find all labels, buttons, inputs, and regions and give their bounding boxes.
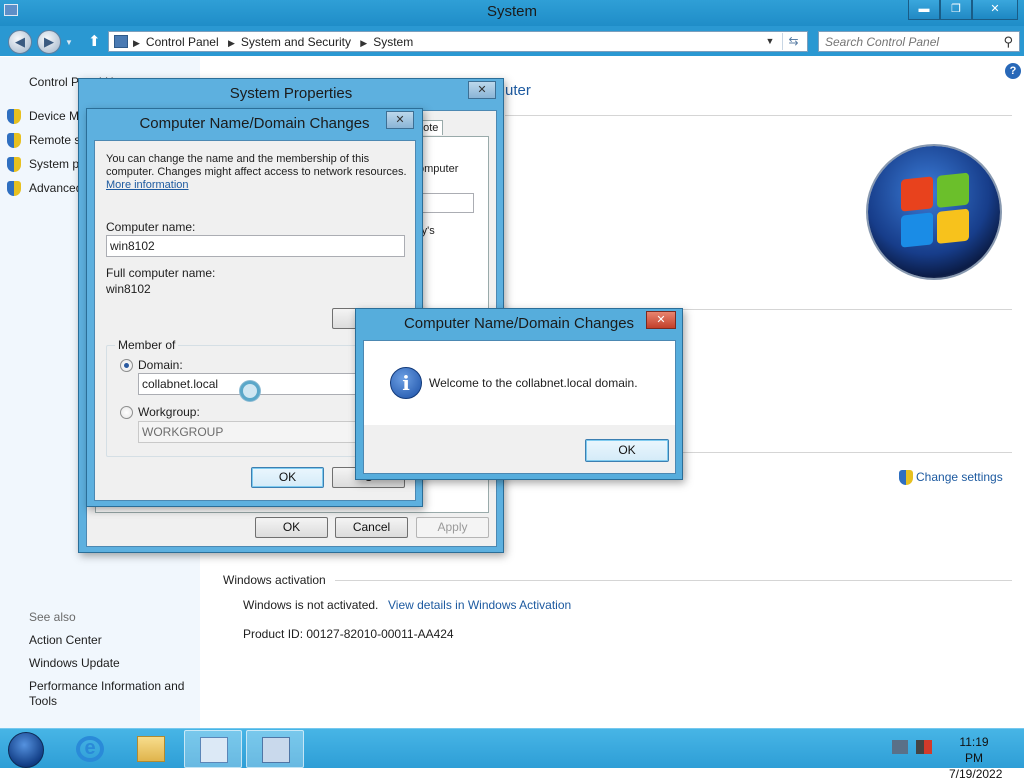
- description-fragment: omputer: [418, 163, 459, 175]
- description-input[interactable]: [414, 193, 474, 213]
- control-panel-icon[interactable]: [184, 730, 242, 768]
- search-box: ⚲: [818, 31, 1020, 52]
- clock-date: 7/19/2022: [949, 767, 1003, 781]
- see-also-heading: See also: [29, 610, 76, 624]
- taskbar: e: [0, 728, 1024, 768]
- refresh-icon[interactable]: ⇆: [782, 33, 804, 50]
- shield-icon: [7, 109, 21, 125]
- up-arrow-icon[interactable]: ⬆: [88, 32, 101, 50]
- address-dropdown-icon[interactable]: ▼: [762, 33, 778, 50]
- domain-radio[interactable]: [120, 359, 133, 372]
- info-icon: i: [390, 367, 422, 399]
- breadcrumb-system-and-security[interactable]: System and Security: [241, 35, 351, 49]
- ok-button[interactable]: OK: [585, 439, 669, 462]
- product-id: Product ID: 00127-82010-00011-AA424: [243, 627, 454, 641]
- start-button[interactable]: [8, 732, 44, 768]
- divider: [505, 115, 1012, 116]
- divider: [683, 452, 1012, 453]
- file-explorer-icon[interactable]: [122, 730, 180, 768]
- more-information-link[interactable]: More information: [106, 179, 189, 191]
- member-of-label: Member of: [115, 338, 179, 352]
- description-text: computer. Changes might affect access to…: [106, 166, 407, 178]
- computer-name-label: Computer name:: [106, 220, 196, 234]
- control-panel-icon: [114, 35, 128, 48]
- breadcrumb-separator-icon[interactable]: ▶: [133, 38, 140, 48]
- breadcrumb: ▶ Control Panel ▶ System and Security ▶ Sys…: [133, 35, 419, 49]
- divider: [335, 580, 1012, 581]
- full-computer-name-label: Full computer name:: [106, 266, 216, 280]
- apply-button[interactable]: Apply: [416, 517, 489, 538]
- shield-icon: [7, 157, 21, 173]
- windows-flag-icon: [901, 172, 971, 249]
- close-button[interactable]: ✕: [972, 0, 1018, 20]
- volume-muted-icon[interactable]: [916, 740, 932, 754]
- welcome-message: Welcome to the collabnet.local domain.: [429, 376, 638, 390]
- cancel-button[interactable]: Cancel: [335, 517, 408, 538]
- shield-icon: [7, 133, 21, 149]
- dialog-title: System Properties: [229, 85, 353, 102]
- welcome-message-box: Computer Name/Domain Changes ✕ i Welcome…: [355, 308, 683, 480]
- breadcrumb-system[interactable]: System: [373, 35, 413, 49]
- change-settings-link[interactable]: Change settings: [899, 470, 1003, 486]
- maximize-button[interactable]: ❐: [940, 0, 972, 20]
- workgroup-radio[interactable]: [120, 406, 133, 419]
- clock[interactable]: 11:19 PM 7/19/2022: [949, 734, 1003, 782]
- performance-info-link[interactable]: Performance Information and Tools: [29, 679, 194, 709]
- search-icon[interactable]: ⚲: [1003, 34, 1013, 50]
- windows-update-link[interactable]: Windows Update: [29, 656, 120, 670]
- page-heading: uter: [505, 82, 531, 99]
- breadcrumb-separator-icon[interactable]: ▶: [228, 38, 235, 48]
- activation-status: Windows is not activated.: [243, 598, 379, 612]
- dialog-title: Computer Name/Domain Changes: [403, 315, 635, 332]
- workgroup-label: Workgroup:: [138, 405, 200, 419]
- dialog-title: Computer Name/Domain Changes: [139, 115, 370, 132]
- view-activation-details-link[interactable]: View details in Windows Activation: [388, 598, 571, 612]
- computer-name-input[interactable]: win8102: [106, 235, 405, 257]
- activation-section-title: Windows activation: [223, 573, 326, 587]
- dialog-body: i Welcome to the collabnet.local domain.…: [363, 340, 676, 474]
- change-settings-label: Change settings: [916, 470, 1003, 484]
- internet-explorer-icon[interactable]: e: [61, 730, 119, 768]
- search-input[interactable]: [819, 32, 994, 51]
- window-titlebar: System ▬ ❐ ✕: [0, 0, 1024, 26]
- breadcrumb-separator-icon[interactable]: ▶: [360, 38, 367, 48]
- ok-button[interactable]: OK: [255, 517, 328, 538]
- clock-time: 11:19 PM: [959, 735, 989, 765]
- divider: [683, 309, 1012, 310]
- back-arrow-icon[interactable]: ◀: [8, 30, 32, 54]
- busy-cursor-icon: [240, 381, 260, 401]
- shield-icon: [899, 470, 913, 486]
- description-text: You can change the name and the membersh…: [106, 153, 370, 165]
- ok-button[interactable]: OK: [251, 467, 324, 488]
- action-center-link[interactable]: Action Center: [29, 633, 102, 647]
- close-button[interactable]: ✕: [386, 111, 414, 129]
- full-computer-name-value: win8102: [106, 282, 151, 296]
- system-properties-icon[interactable]: [246, 730, 304, 768]
- windows-logo: [868, 146, 1000, 278]
- minimize-button[interactable]: ▬: [908, 0, 940, 20]
- recent-pages-dropdown-icon[interactable]: ▼: [65, 38, 73, 47]
- help-icon[interactable]: ?: [1005, 63, 1021, 79]
- window-title: System: [486, 3, 537, 20]
- address-bar[interactable]: ▶ Control Panel ▶ System and Security ▶ Sys…: [108, 31, 808, 52]
- domain-label: Domain:: [138, 358, 183, 372]
- forward-arrow-icon[interactable]: ▶: [37, 30, 61, 54]
- close-button[interactable]: ✕: [468, 81, 496, 99]
- window-controls: ▬ ❐ ✕: [908, 0, 1018, 20]
- network-icon[interactable]: [892, 740, 908, 754]
- close-button[interactable]: ✕: [646, 311, 676, 329]
- breadcrumb-control-panel[interactable]: Control Panel: [146, 35, 219, 49]
- shield-icon: [7, 181, 21, 197]
